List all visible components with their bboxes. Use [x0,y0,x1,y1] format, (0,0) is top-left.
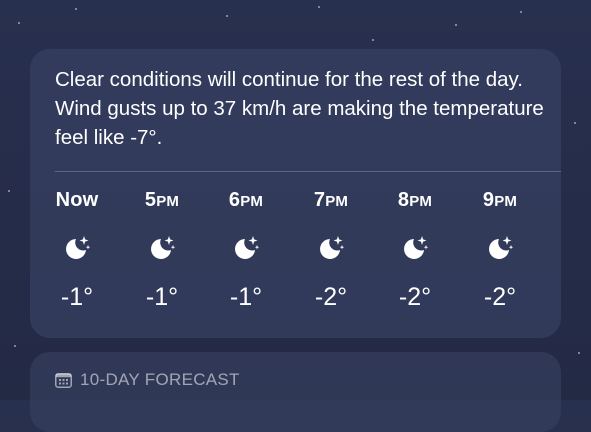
conditions-summary: Clear conditions will continue for the r… [55,68,544,149]
star [574,122,576,124]
ten-day-forecast-card[interactable]: 10-DAY FORECAST [30,352,561,432]
hour-label: Now [55,189,99,211]
divider [55,171,561,172]
hour-column[interactable]: 8PM -2° [380,189,450,319]
moon-stars-icon [489,236,514,259]
temperature: -1° [145,283,179,311]
star [8,190,10,192]
hourly-forecast-card: Clear conditions will continue for the r… [30,49,561,338]
star [372,39,374,41]
hour-label: 8PM [397,189,433,211]
hour-column[interactable]: 6PM -1° [211,189,281,319]
temperature: -2° [398,283,432,311]
hour-label: 9PM [482,189,518,211]
star [578,352,580,354]
hour-column[interactable]: 7PM -2° [296,189,366,319]
moon-stars-icon [235,236,260,259]
hour-column[interactable]: 9PM -2° [465,189,535,319]
hour-column[interactable]: Now -1° [42,189,112,319]
forecast-header: 10-DAY FORECAST [55,370,240,390]
hour-label: 6PM [228,189,264,211]
temperature: -1° [60,283,94,311]
hour-column[interactable]: 5PM -1° [127,189,197,319]
star [318,6,320,8]
calendar-icon [55,373,72,388]
star [14,345,16,347]
star [226,15,228,17]
moon-stars-icon [66,236,91,259]
moon-stars-icon [404,236,429,259]
temperature: -2° [483,283,517,311]
hour-label: 5PM [144,189,180,211]
temperature: -2° [314,283,348,311]
star [18,22,20,24]
moon-stars-icon [151,236,176,259]
forecast-title: 10-DAY FORECAST [80,370,240,389]
hour-label: 7PM [313,189,349,211]
star [75,8,77,10]
star [520,11,522,13]
temperature: -1° [229,283,263,311]
star [455,24,457,26]
moon-stars-icon [320,236,345,259]
